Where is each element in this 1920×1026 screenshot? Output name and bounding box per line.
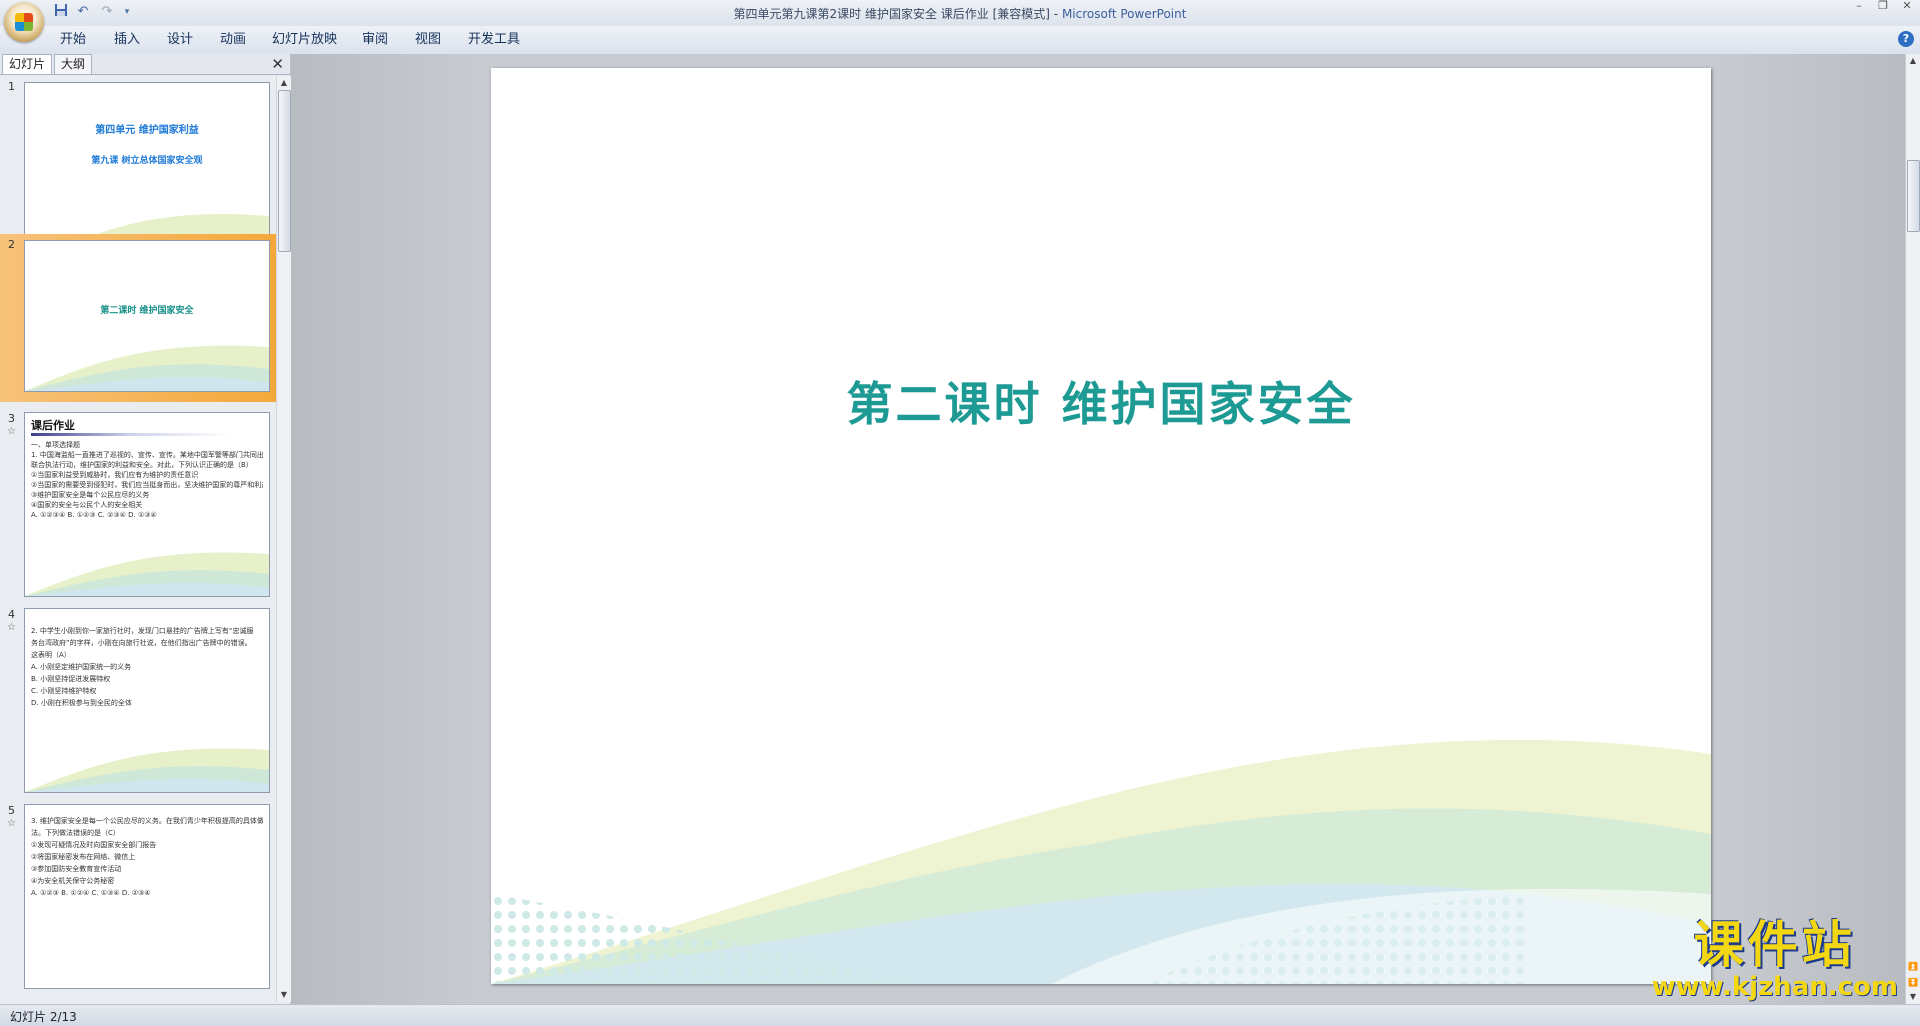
thumbnail-slide[interactable]: 课后作业 一、单项选择题 1. 中国海监船一直推进了巡视的、宣传、宣传。某地中国… (24, 412, 270, 597)
office-logo-icon (15, 13, 33, 31)
tab-home[interactable]: 开始 (56, 30, 90, 50)
thumbnail-text-line: ①发现可疑情况及时向国家安全部门报告 (31, 841, 157, 849)
thumbnail-number: 1 (8, 80, 15, 93)
tab-view[interactable]: 视图 (411, 30, 445, 50)
thumbnail-text-line: C. 小刚坚持维护特权 (31, 687, 97, 695)
slide-title[interactable]: 第二课时 维护国家安全 (491, 368, 1711, 434)
thumbnail-text-line: 3. 维护国家安全是每一个公民应尽的义务。在我们青少年积极提高的具体做 (31, 817, 263, 825)
thumbnail-number: 4 (8, 608, 15, 621)
thumbnail-text-line: ③参加国防安全教育宣传活动 (31, 865, 122, 873)
tab-developer[interactable]: 开发工具 (464, 30, 524, 50)
thumbnail-wave-decoration (25, 748, 269, 792)
thumbnail-item[interactable]: 5 ☆ 3. 维护国家安全是每一个公民应尽的义务。在我们青少年积极提高的具体做 … (0, 800, 276, 996)
save-icon[interactable] (52, 3, 70, 21)
redo-icon[interactable]: ↷ (98, 3, 116, 21)
animation-star-icon: ☆ (7, 426, 16, 437)
scroll-down-icon[interactable]: ▼ (277, 988, 291, 1002)
next-slide-icon[interactable]: ⏬ (1906, 976, 1920, 990)
window-title: 第四单元第九课第2课时 维护国家安全 课后作业 [兼容模式] - Microso… (0, 5, 1920, 22)
thumbnail-text-line: 务台湾政府”的字样，小刚在向旅行社说，在他们指出广告牌中的错误。 (31, 639, 252, 647)
thumbnail-text-line: 这表明（A） (31, 651, 71, 659)
close-button[interactable]: ✕ (1896, 0, 1918, 14)
document-title: 第四单元第九课第2课时 维护国家安全 课后作业 [兼容模式] (733, 7, 1050, 21)
thumbnail-text-line: ②将国家秘密发布在网络、微信上 (31, 853, 136, 861)
tab-insert[interactable]: 插入 (110, 30, 144, 50)
thumbnail-slide[interactable]: 2. 中学生小刚到你一家旅行社时，发现门口悬挂的广告牌上写有“忠诚服 务台湾政府… (24, 608, 270, 793)
thumbnail-wave-decoration (25, 552, 269, 596)
slides-panel: 幻灯片 大纲 ✕ 1 第四单元 维护国家利益 第九课 树立总体国家安全观 2 第… (0, 54, 291, 1004)
thumbnail-text-line: A. 小刚坚定维护国家统一的义务 (31, 663, 132, 671)
thumbnail-number: 3 (8, 412, 15, 425)
vertical-scrollbar[interactable]: ▲ ⏫ ⏬ ▼ (1905, 54, 1920, 1004)
scroll-down-icon[interactable]: ▼ (1906, 990, 1920, 1004)
panel-tabs: 幻灯片 大纲 ✕ (0, 54, 290, 75)
thumbnail-text-line: D. 小刚在积极参与到全民的全体 (31, 699, 132, 707)
watermark-logo: 课件站 www.kjzhan.com (1652, 917, 1898, 1001)
slide-indicator: 幻灯片 2/13 (10, 1010, 77, 1024)
thumbnail-title: 第二课时 维护国家安全 (100, 306, 194, 316)
slide-workspace: 第二课时 维护国家安全 (291, 54, 1905, 1004)
scroll-up-icon[interactable]: ▲ (1906, 54, 1920, 68)
animation-star-icon: ☆ (7, 818, 16, 829)
thumbnail-text-line: 2. 中学生小刚到你一家旅行社时，发现门口悬挂的广告牌上写有“忠诚服 (31, 627, 254, 635)
slide-canvas[interactable]: 第二课时 维护国家安全 (491, 68, 1711, 984)
watermark-name: 课件站 (1693, 916, 1856, 974)
tab-design[interactable]: 设计 (163, 30, 197, 50)
heading-underline (31, 433, 231, 436)
thumbnail-list: 1 第四单元 维护国家利益 第九课 树立总体国家安全观 2 第二课时 维护国家安… (0, 76, 276, 1002)
close-icon[interactable]: ✕ (271, 55, 284, 73)
thumbnail-scrollbar[interactable]: ▲ ▼ (276, 76, 291, 1002)
title-separator: - (1049, 7, 1062, 21)
thumbnail-title: 第四单元 维护国家利益 (95, 125, 199, 136)
animation-star-icon: ☆ (7, 622, 16, 633)
undo-icon[interactable]: ↶ (74, 3, 92, 21)
thumbnail-number: 5 (8, 804, 15, 817)
thumbnail-item[interactable]: 4 ☆ 2. 中学生小刚到你一家旅行社时，发现门口悬挂的广告牌上写有“忠诚服 务… (0, 604, 276, 800)
status-bar: 幻灯片 2/13 (0, 1004, 1920, 1026)
scrollbar-thumb[interactable] (278, 90, 291, 252)
thumbnail-text-line: A. ①②③④ B. ①②③ C. ②③④ D. ①③④ (31, 511, 157, 519)
thumbnail-text-line: 法。下列做法错误的是（C） (31, 829, 120, 837)
thumbnail-text-line: ④为安全机关保守公务秘密 (31, 877, 115, 885)
tab-slideshow[interactable]: 幻灯片放映 (268, 30, 341, 50)
thumbnail-slide[interactable]: 第二课时 维护国家安全 (24, 240, 270, 392)
tab-review[interactable]: 审阅 (358, 30, 392, 50)
previous-slide-icon[interactable]: ⏫ (1906, 960, 1920, 974)
thumbnail-heading: 课后作业 (31, 419, 75, 432)
restore-button[interactable]: ❐ (1872, 0, 1894, 14)
minimize-button[interactable]: – (1848, 0, 1870, 14)
ribbon-tabs: 开始 插入 设计 动画 幻灯片放映 审阅 视图 开发工具 ? (0, 26, 1920, 55)
thumbnail-slide[interactable]: 3. 维护国家安全是每一个公民应尽的义务。在我们青少年积极提高的具体做 法。下列… (24, 804, 270, 989)
title-bar: 第四单元第九课第2课时 维护国家安全 课后作业 [兼容模式] - Microso… (0, 0, 1920, 26)
thumbnail-text-line: B. 小刚坚持促进发展特权 (31, 675, 111, 683)
thumbnail-text-line: A. ①②③ B. ①②④ C. ①③④ D. ②③④ (31, 889, 151, 897)
thumbnail-wave-decoration (25, 345, 269, 391)
tab-animations[interactable]: 动画 (216, 30, 250, 50)
thumbnail-item-selected[interactable]: 2 第二课时 维护国家安全 (0, 234, 276, 402)
customize-icon[interactable]: ▾ (118, 3, 136, 21)
watermark-url: www.kjzhan.com (1651, 972, 1898, 1002)
scrollbar-thumb[interactable] (1907, 160, 1920, 232)
tab-slides[interactable]: 幻灯片 (2, 54, 53, 74)
tab-outline[interactable]: 大纲 (54, 54, 93, 74)
slide-wave-decoration (491, 739, 1711, 984)
thumbnail-number: 2 (8, 238, 15, 251)
thumbnail-subtitle: 第九课 树立总体国家安全观 (91, 156, 203, 166)
help-icon[interactable]: ? (1898, 31, 1914, 47)
thumbnail-item[interactable]: 3 ☆ 课后作业 一、单项选择题 1. 中国海监船一直推进了巡视的、宣传、宣传。… (0, 408, 276, 604)
scroll-up-icon[interactable]: ▲ (277, 76, 291, 90)
app-name: Microsoft PowerPoint (1061, 7, 1187, 21)
office-button[interactable] (4, 2, 44, 42)
